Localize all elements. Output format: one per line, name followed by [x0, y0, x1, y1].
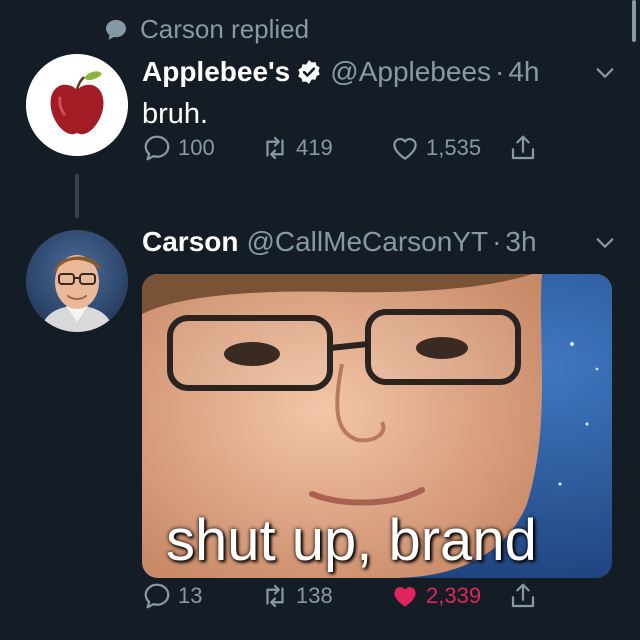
timestamp[interactable]: 4h	[508, 56, 539, 88]
tweet-header-carson: Carson @CallMeCarsonYT · 3h	[142, 226, 537, 258]
heart-icon	[393, 137, 417, 160]
reply-icon	[144, 135, 170, 161]
tweet-thread: Carson replied Applebee's @Applebees · 4…	[0, 0, 640, 640]
reply-context-text: Carson replied	[140, 14, 310, 44]
verified-badge-icon	[298, 60, 320, 84]
tweet-header-applebees: Applebee's @Applebees · 4h	[142, 56, 540, 88]
reply-icon	[144, 583, 170, 609]
retweet-button[interactable]: 419	[260, 133, 333, 163]
retweet-icon	[266, 584, 284, 608]
like-count: 1,535	[426, 135, 482, 160]
user-handle[interactable]: @CallMeCarsonYT	[246, 226, 488, 258]
reply-count: 13	[178, 583, 203, 608]
tweet-text: bruh.	[142, 98, 209, 130]
share-icon	[511, 583, 535, 608]
apple-logo-icon	[26, 54, 128, 156]
heart-filled-icon	[394, 587, 416, 607]
like-button[interactable]: 1,535	[390, 133, 481, 163]
chevron-down-icon[interactable]	[594, 62, 616, 84]
separator: ·	[495, 56, 505, 87]
display-name[interactable]: Carson	[142, 226, 238, 258]
retweet-button[interactable]: 138	[260, 581, 333, 611]
like-button[interactable]: 2,339	[390, 581, 481, 611]
display-name[interactable]: Applebee's	[142, 56, 290, 88]
reply-button[interactable]: 100	[142, 133, 215, 163]
person-photo	[26, 230, 128, 332]
tweet-media-image[interactable]: shut up, brand	[142, 274, 612, 578]
timestamp[interactable]: 3h	[505, 226, 536, 258]
avatar-carson[interactable]	[26, 230, 128, 332]
retweet-icon	[266, 136, 284, 160]
reply-context: Carson replied	[104, 14, 309, 45]
share-button[interactable]	[508, 133, 538, 163]
separator: ·	[492, 226, 502, 257]
speech-bubble-icon	[106, 19, 126, 40]
reply-button[interactable]: 13	[142, 581, 202, 611]
share-button[interactable]	[508, 581, 538, 611]
chevron-down-icon[interactable]	[594, 232, 616, 254]
retweet-count: 138	[296, 583, 333, 608]
scrollbar[interactable]	[632, 0, 636, 42]
retweet-count: 419	[296, 135, 333, 160]
like-count: 2,339	[426, 583, 482, 608]
thread-connector	[75, 174, 79, 218]
avatar-applebees[interactable]	[26, 54, 128, 156]
reply-count: 100	[178, 135, 215, 160]
meme-caption: shut up, brand	[166, 508, 537, 573]
user-handle[interactable]: @Applebees	[330, 56, 491, 88]
share-icon	[511, 135, 535, 160]
